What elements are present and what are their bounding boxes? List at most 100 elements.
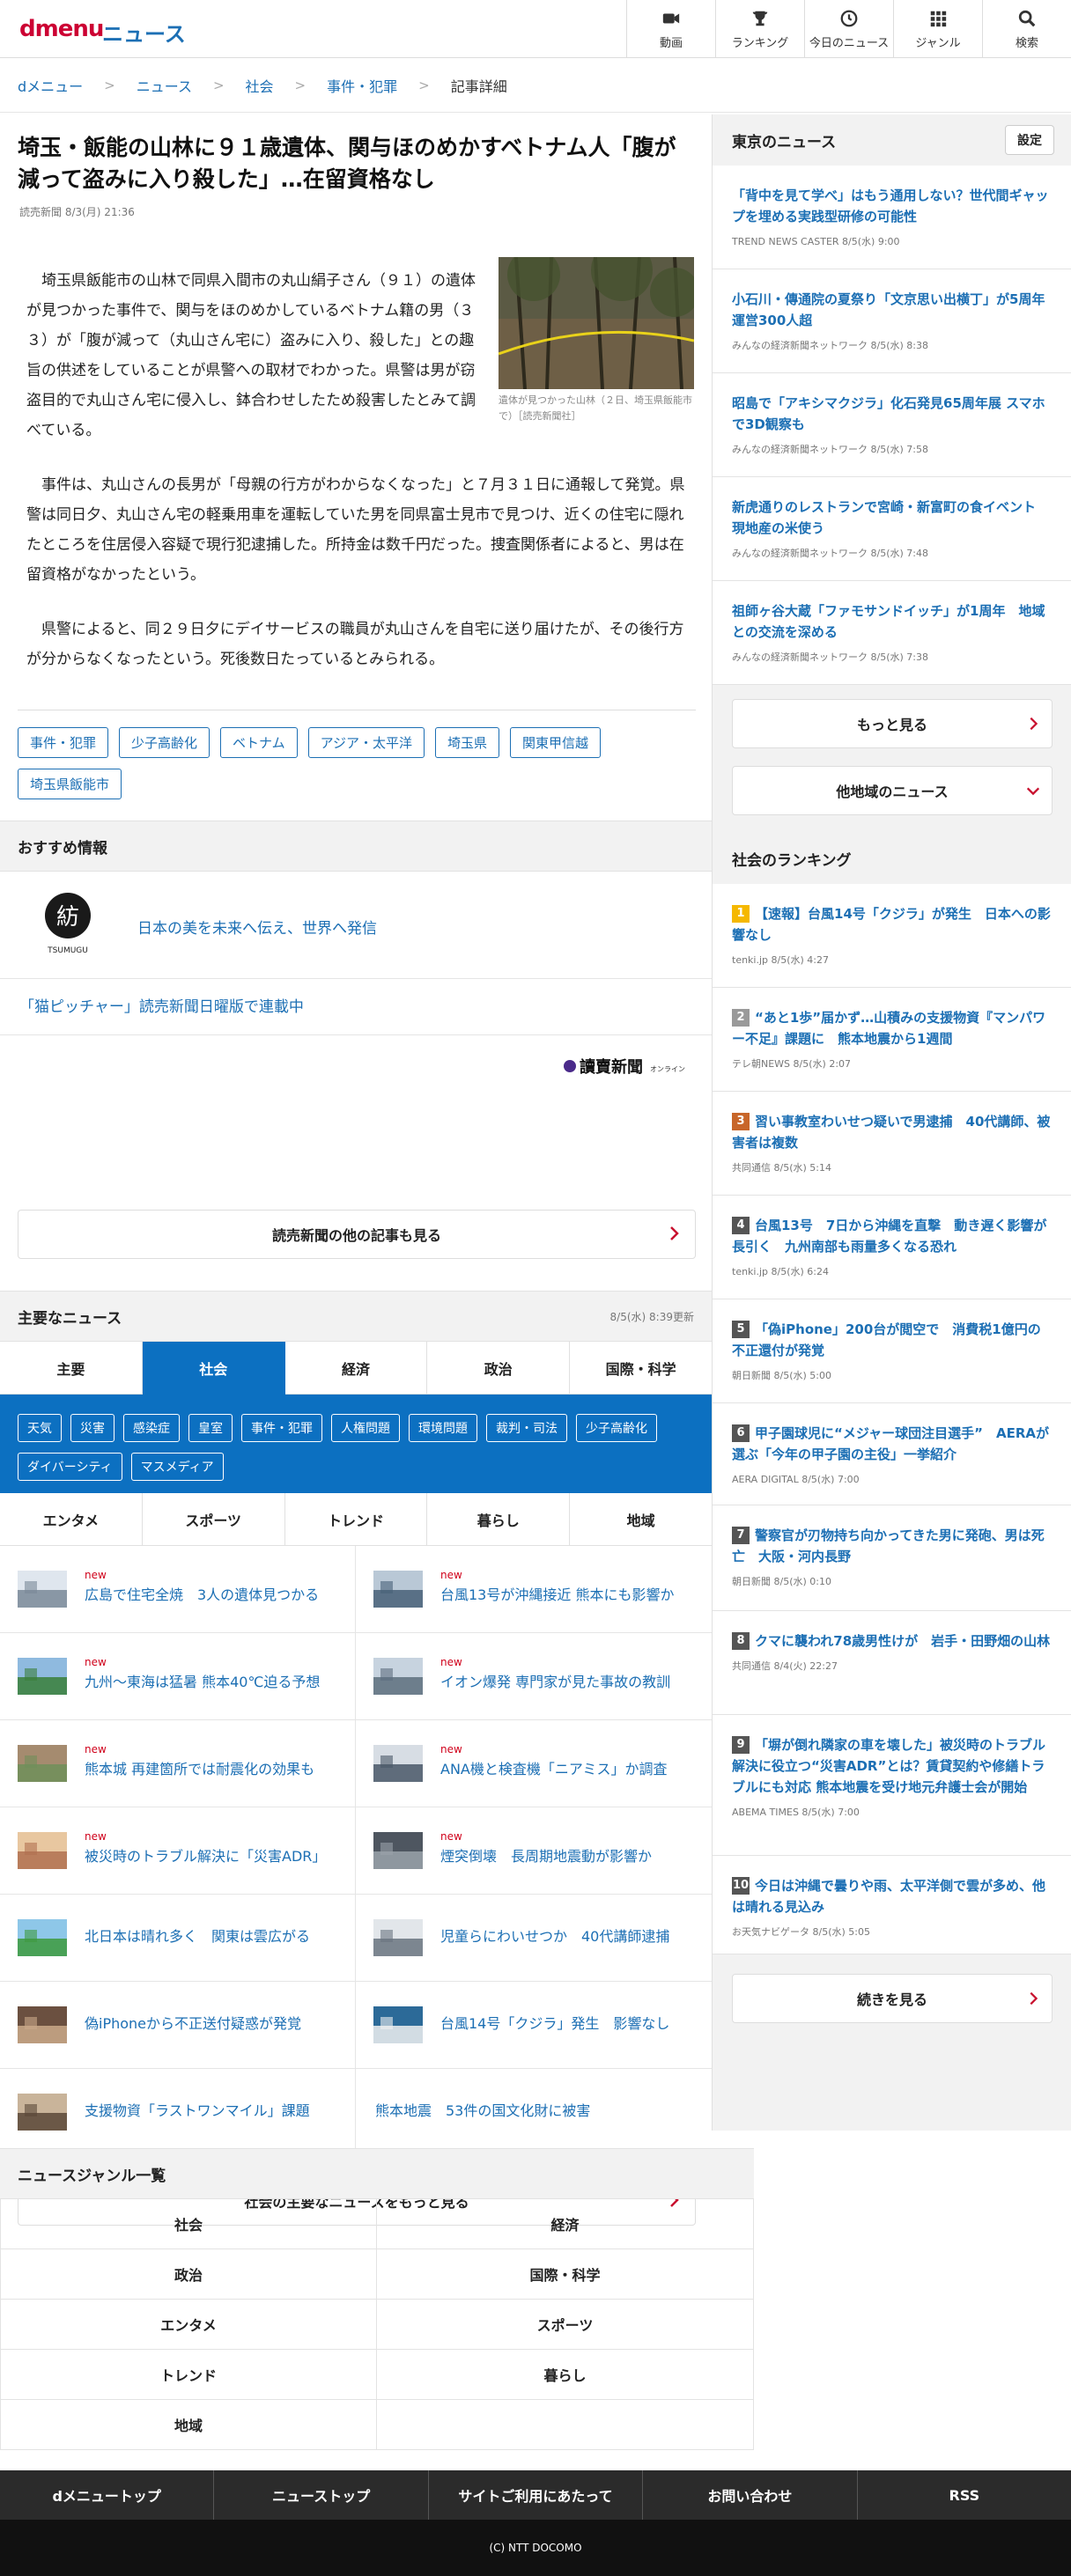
footer-link-contact[interactable]: お問い合わせ [643,2470,858,2520]
breadcrumb-news[interactable]: ニュース [137,75,192,96]
subtag[interactable]: 事件・犯罪 [241,1414,322,1442]
button-label: もっと見る [856,717,927,733]
tag[interactable]: 関東甲信越 [510,727,602,758]
tokyo-news-item[interactable]: 昭島で「アキシマクジラ」化石発見65周年展 スマホで3D観察も みんなの経済新聞ネ… [713,373,1071,477]
tokyo-news-item[interactable]: 小石川・傳通院の夏祭り「文京思い出横丁」が5周年 運営300人超 みんなの経済新聞… [713,269,1071,373]
tag[interactable]: 埼玉県飯能市 [18,769,122,799]
breadcrumb-crime[interactable]: 事件・犯罪 [327,75,397,96]
ranking-item[interactable]: 5 「偽iPhone」200台が閲空で 消費税1億円の不正還付が発覚 朝日新聞 8/… [713,1299,1071,1403]
more-tokyo-button[interactable]: もっと見る [732,699,1053,748]
subtag[interactable]: マスメディア [130,1453,224,1481]
news-thumbnail [373,1919,423,1956]
genre-link[interactable]: 地域 [0,2400,377,2450]
tab-life[interactable]: 暮らし [427,1493,571,1546]
news-item-title: 広島で住宅全焼 3人の遺体見つかる [85,1586,320,1603]
nav-genre[interactable]: ジャンル [893,0,982,58]
tag[interactable]: 埼玉県 [435,727,500,758]
tab-entertainment[interactable]: エンタメ [0,1493,143,1546]
tab-economy[interactable]: 経済 [284,1342,428,1395]
ranking-item[interactable]: 3 習い事教室わいせつ疑いで男逮捕 40代講師、被害者は複数 共同通信 8/5(水)… [713,1092,1071,1196]
tab-international[interactable]: 国際・科学 [570,1342,712,1395]
genre-link[interactable]: 国際・科学 [377,2249,754,2300]
news-item[interactable]: 支援物資「ラストワンマイル」課題 [0,2069,356,2156]
new-badge: new [85,1656,107,1668]
dmenu-logo[interactable]: dmenu [19,16,104,42]
tab-region[interactable]: 地域 [570,1493,712,1546]
tab-society[interactable]: 社会 [142,1342,285,1395]
tab-trend[interactable]: トレンド [284,1493,428,1546]
tag[interactable]: アジア・太平洋 [307,727,425,758]
recommend-item-tsumugu[interactable]: 紡 TSUMUGU 日本の美を未来へ伝え、世界へ発信 [0,873,712,979]
other-regions-button[interactable]: 他地域のニュース [732,766,1053,815]
breadcrumb-current: 記事詳細 [450,77,507,95]
subtag[interactable]: 環境問題 [409,1414,477,1442]
tokyo-news-item[interactable]: 祖師ヶ谷大蔵「ファモサンドイッチ」が1周年 地域との交流を深める みんなの経済新聞… [713,581,1071,685]
tokyo-news-item[interactable]: 「背中を見て学べ」はもう通用しない？世代間ギャップを埋める実践型研修の可能性 TR… [713,166,1071,269]
news-section-link[interactable]: ニュース [102,17,186,48]
ranking-item[interactable]: 7 警察官が刃物持ち向かってきた男に発砲、男は死亡 大阪・河内長野 朝日新聞 8/5… [713,1505,1071,1611]
settings-button[interactable]: 設定 [1005,125,1054,155]
ranking-item[interactable]: 6 甲子園球児に“メジャー球団注目選手” AERAが選ぶ「今年の甲子園の主役」一挙… [713,1403,1071,1505]
subtag[interactable]: 感染症 [123,1414,180,1442]
ranking-item[interactable]: 10 今日は沖縄で曇りや雨、太平洋側で雲が多め、他は晴れる見込み お天気ナビゲータ … [713,1856,1071,1954]
ranking-item[interactable]: 2 “あと1歩”届かず…山積みの支援物資『マンパワー不足』課題に 熊本地震から1週… [713,988,1071,1092]
footer-link-news-top[interactable]: ニューストップ [214,2470,429,2520]
nav-today-news[interactable]: 今日のニュース [804,0,893,58]
genre-link[interactable]: トレンド [0,2350,377,2400]
genre-link[interactable]: 政治 [0,2249,377,2300]
subtag[interactable]: 裁判・司法 [486,1414,567,1442]
rank-number: 2 [732,1009,750,1027]
footer-link-terms[interactable]: サイトご利用にあたって [429,2470,644,2520]
news-item[interactable]: 偽iPhoneから不正送付疑惑が発覚 [0,1982,356,2069]
ranking-item[interactable]: 8 クマに襲われ78歳男性けが 岩手・田野畑の山林 共同通信 8/4(火) 22:2… [713,1611,1071,1715]
tag[interactable]: 事件・犯罪 [18,727,109,758]
tag[interactable]: ベトナム [220,727,298,758]
genre-link[interactable]: エンタメ [0,2300,377,2350]
tab-politics[interactable]: 政治 [427,1342,571,1395]
recommend-item-neko[interactable]: 「猫ピッチャー」読売新聞日曜版で連載中 [0,979,712,1035]
news-item[interactable]: 北日本は晴れ多く 関東は雲広がる [0,1895,356,1982]
subtag[interactable]: 天気 [18,1414,62,1442]
subtag[interactable]: 災害 [70,1414,114,1442]
tab-main[interactable]: 主要 [0,1342,143,1395]
genre-link[interactable]: 社会 [0,2199,377,2249]
breadcrumb-dmenu[interactable]: dメニュー [18,75,83,96]
news-item[interactable]: new イオン爆発 専門家が見た事故の教訓 [356,1633,712,1720]
ranking-more-button[interactable]: 続きを見る [732,1974,1053,2023]
ranking-meta: お天気ナビゲータ 8/5(水) 5:05 [732,1926,870,1938]
news-item[interactable]: new 九州～東海は猛暑 熊本40℃迫る予想 [0,1633,356,1720]
news-item[interactable]: new 熊本城 再建箇所では耐震化の効果も [0,1720,356,1807]
news-item[interactable]: new 被災時のトラブル解決に「災害ADR」 [0,1807,356,1895]
tokyo-news-item[interactable]: 新虎通りのレストランで宮崎・新富町の食イベント 現地産の米使う みんなの経済新聞ネ… [713,477,1071,581]
news-item[interactable]: 台風14号「クジラ」発生 影響なし [356,1982,712,2069]
genre-link[interactable]: 暮らし [377,2350,754,2400]
genre-link[interactable]: 経済 [377,2199,754,2249]
nav-ranking[interactable]: ランキング [715,0,804,58]
nav-video[interactable]: 動画 [626,0,715,58]
footer-link-rss[interactable]: RSS [858,2470,1071,2520]
ranking-item[interactable]: 4 台風13号 7日から沖縄を直撃 動き遅く影響が長引く 九州南部も雨量多くなる恐… [713,1196,1071,1299]
more-yomiuri-button[interactable]: 読売新聞の他の記事も見る [18,1210,696,1259]
news-item[interactable]: 熊本地震 53件の国文化財に被害 [356,2069,712,2156]
news-item[interactable]: 児童らにわいせつか 40代講師逮捕 [356,1895,712,1982]
news-item[interactable]: new 台風13号が沖縄接近 熊本にも影響か [356,1546,712,1633]
news-item[interactable]: new ANA機と検査機「ニアミス」か調査 [356,1720,712,1807]
tab-sports[interactable]: スポーツ [142,1493,285,1546]
ranking-item[interactable]: 9 「塀が倒れ隣家の車を壊した」被災時のトラブル解決に役立つ“災害ADR”とは？賃… [713,1715,1071,1856]
subtag[interactable]: 人権問題 [331,1414,400,1442]
article-tags: 事件・犯罪 少子高齢化 ベトナム アジア・太平洋 埼玉県 関東甲信越 埼玉県飯能… [18,727,705,799]
tag[interactable]: 少子高齢化 [119,727,211,758]
footer-link-dmenu-top[interactable]: dメニュートップ [0,2470,215,2520]
article-photo[interactable] [499,257,694,389]
ranking-item[interactable]: 1 【速報】台風14号「クジラ」が発生 日本への影響なし tenki.jp 8/5(… [713,884,1071,988]
subtag[interactable]: ダイバーシティ [18,1453,122,1481]
subtag[interactable]: 皇室 [188,1414,233,1442]
news-item[interactable]: new 煙突倒壊 長周期地震動が影響か [356,1807,712,1895]
genre-link[interactable]: スポーツ [377,2300,754,2350]
tokyo-news-meta: みんなの経済新聞ネットワーク 8/5(水) 7:58 [732,444,928,455]
news-item[interactable]: new 広島で住宅全焼 3人の遺体見つかる [0,1546,356,1633]
breadcrumb-separator: > [212,77,225,93]
subtag[interactable]: 少子高齢化 [576,1414,657,1442]
nav-search[interactable]: 検索 [982,0,1071,58]
breadcrumb-society[interactable]: 社会 [246,75,274,96]
